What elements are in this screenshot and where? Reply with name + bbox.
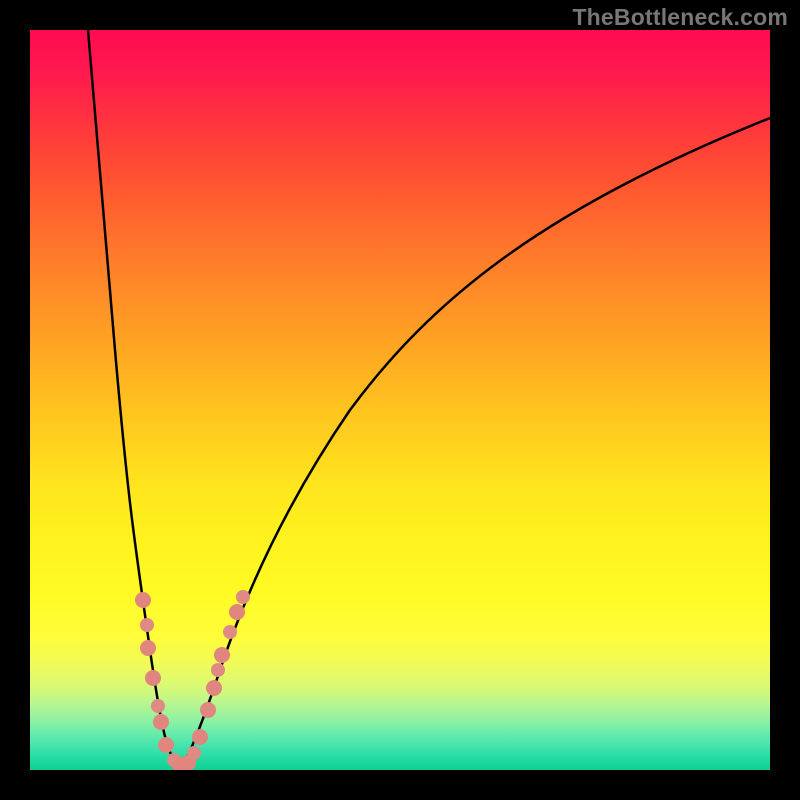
watermark-text: TheBottleneck.com [572, 4, 788, 31]
curve-left-branch [88, 30, 180, 770]
chart-frame: TheBottleneck.com [0, 0, 800, 800]
curve-right-branch [180, 118, 770, 770]
plot-area [30, 30, 770, 770]
curve-layer [30, 30, 770, 770]
